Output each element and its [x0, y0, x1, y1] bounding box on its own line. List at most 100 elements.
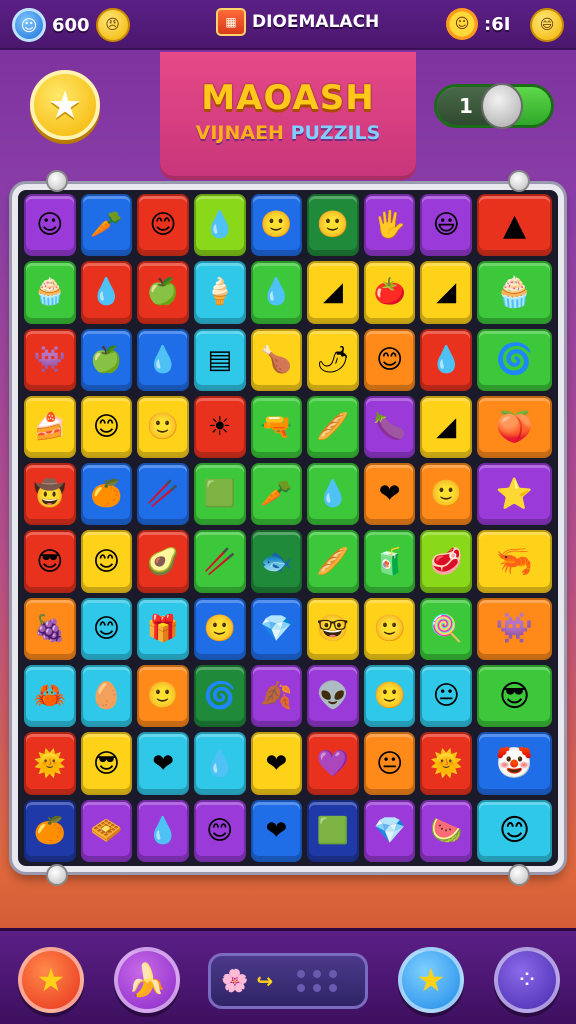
- game-tile[interactable]: 😊: [137, 194, 189, 257]
- game-tile[interactable]: 🍂: [250, 665, 303, 728]
- game-tile[interactable]: 🌞: [24, 732, 76, 795]
- game-tile[interactable]: 🙂: [137, 395, 189, 459]
- game-tile[interactable]: 💧: [137, 799, 189, 862]
- game-tile[interactable]: ☺: [24, 194, 76, 257]
- game-tile[interactable]: 🦀: [24, 665, 76, 728]
- game-tile[interactable]: 👾: [477, 597, 552, 661]
- game-tile[interactable]: 🙂: [250, 194, 303, 257]
- game-tile[interactable]: 🌀: [477, 328, 552, 391]
- smiley-coin-icon[interactable]: 😄: [530, 8, 564, 42]
- game-tile[interactable]: 🍊: [80, 463, 133, 526]
- game-tile[interactable]: 🟩: [307, 799, 359, 862]
- game-tile[interactable]: 🥚: [80, 665, 133, 728]
- toggle-knob[interactable]: [481, 83, 523, 129]
- game-tile[interactable]: 😃: [420, 194, 473, 257]
- game-tile[interactable]: 🥕: [250, 463, 303, 526]
- game-tile[interactable]: 🍏: [137, 261, 189, 324]
- game-tile[interactable]: 🙂: [363, 597, 416, 661]
- game-tile[interactable]: 🦐: [477, 530, 552, 593]
- game-tile[interactable]: 🙂: [363, 665, 416, 728]
- game-tile[interactable]: 😐: [420, 665, 473, 728]
- game-tile[interactable]: 🍅: [363, 261, 416, 324]
- game-tile[interactable]: ☀: [193, 395, 246, 459]
- game-tile[interactable]: 🍰: [24, 395, 76, 459]
- banana-powerup-button[interactable]: 🍌: [114, 947, 180, 1013]
- smiley-powerup-button[interactable]: ★: [398, 947, 464, 1013]
- game-tile[interactable]: 😎: [80, 732, 133, 795]
- game-tile[interactable]: 😎: [477, 665, 552, 728]
- game-tile[interactable]: 😐: [363, 732, 416, 795]
- powerup-slot[interactable]: 🌸 ↪: [208, 953, 368, 1009]
- game-tile[interactable]: 💧: [80, 261, 133, 324]
- game-tile[interactable]: 💧: [250, 261, 303, 324]
- game-tile[interactable]: 🍗: [250, 328, 303, 391]
- game-tile[interactable]: ❤: [363, 463, 416, 526]
- game-tile[interactable]: 🥢: [193, 530, 246, 593]
- game-tile[interactable]: 🤡: [477, 732, 552, 795]
- game-tile[interactable]: 🍏: [80, 328, 133, 391]
- game-tile[interactable]: 🤓: [307, 597, 359, 661]
- game-tile[interactable]: 💎: [250, 597, 303, 661]
- game-tile[interactable]: 💧: [307, 463, 359, 526]
- game-tile[interactable]: 🍇: [24, 597, 76, 661]
- game-tile[interactable]: 💧: [137, 328, 189, 391]
- game-tile[interactable]: 🎁: [137, 597, 189, 661]
- game-tile[interactable]: 😊: [80, 597, 133, 661]
- star-powerup-button[interactable]: ★: [18, 947, 84, 1013]
- game-tile[interactable]: 🧃: [363, 530, 416, 593]
- game-tile[interactable]: ◢: [420, 261, 473, 324]
- game-tile[interactable]: ❤: [250, 799, 303, 862]
- game-tile[interactable]: 🍭: [420, 597, 473, 661]
- game-tile[interactable]: 😎: [24, 530, 76, 593]
- game-tile[interactable]: 😊: [193, 799, 246, 862]
- game-tile[interactable]: 😊: [477, 799, 552, 862]
- emoji-coin-icon[interactable]: 😠: [95, 8, 130, 42]
- game-tile[interactable]: 🥕: [80, 194, 133, 257]
- game-tile[interactable]: ◢: [420, 395, 473, 459]
- game-tile[interactable]: ❤: [137, 732, 189, 795]
- game-tile[interactable]: 😊: [363, 328, 416, 391]
- game-tile[interactable]: 🍆: [363, 395, 416, 459]
- game-tile[interactable]: 🙂: [420, 463, 473, 526]
- game-tile[interactable]: 🔫: [250, 395, 303, 459]
- game-tile[interactable]: 😊: [80, 530, 133, 593]
- game-tile[interactable]: ⭐: [477, 463, 552, 526]
- game-tile[interactable]: 🙂: [307, 194, 359, 257]
- star-button[interactable]: ★: [30, 70, 100, 140]
- menu-button[interactable]: ⁘: [494, 947, 560, 1013]
- game-tile[interactable]: 🍊: [24, 799, 76, 862]
- game-tile[interactable]: 💜: [307, 732, 359, 795]
- game-tile[interactable]: 🙂: [193, 597, 246, 661]
- game-tile[interactable]: ◢: [307, 261, 359, 324]
- game-tile[interactable]: ▲: [477, 194, 552, 257]
- game-tile[interactable]: 🟩: [193, 463, 246, 526]
- game-tile[interactable]: 🥢: [137, 463, 189, 526]
- game-tile[interactable]: 🧁: [477, 261, 552, 324]
- game-tile[interactable]: 💧: [193, 194, 246, 257]
- game-tile[interactable]: 🥖: [307, 530, 359, 593]
- avatar-face-icon[interactable]: ☺: [12, 8, 46, 42]
- game-tile[interactable]: ❤: [250, 732, 303, 795]
- game-tile[interactable]: 🥖: [307, 395, 359, 459]
- game-tile[interactable]: 🍑: [477, 395, 552, 459]
- game-tile[interactable]: 🍦: [193, 261, 246, 324]
- level-toggle[interactable]: 1: [434, 83, 554, 129]
- game-tile[interactable]: 🥑: [137, 530, 189, 593]
- game-tile[interactable]: 🌀: [193, 665, 246, 728]
- game-tile[interactable]: 🧁: [24, 261, 76, 324]
- game-tile[interactable]: 💧: [193, 732, 246, 795]
- game-tile[interactable]: 😊: [80, 395, 133, 459]
- game-tile[interactable]: 👽: [307, 665, 359, 728]
- game-tile[interactable]: 🌞: [420, 732, 473, 795]
- game-tile[interactable]: 🙂: [137, 665, 189, 728]
- game-tile[interactable]: 🍉: [420, 799, 473, 862]
- game-tile[interactable]: 🐟: [250, 530, 303, 593]
- game-tile[interactable]: 🧇: [80, 799, 133, 862]
- game-tile[interactable]: ▤: [193, 328, 246, 391]
- game-tile[interactable]: 🌶: [307, 328, 359, 391]
- game-tile[interactable]: 💧: [420, 328, 473, 391]
- game-tile[interactable]: 💎: [363, 799, 416, 862]
- game-tile[interactable]: 🖐: [363, 194, 416, 257]
- game-tile[interactable]: 🥩: [420, 530, 473, 593]
- game-tile[interactable]: 🤠: [24, 463, 76, 526]
